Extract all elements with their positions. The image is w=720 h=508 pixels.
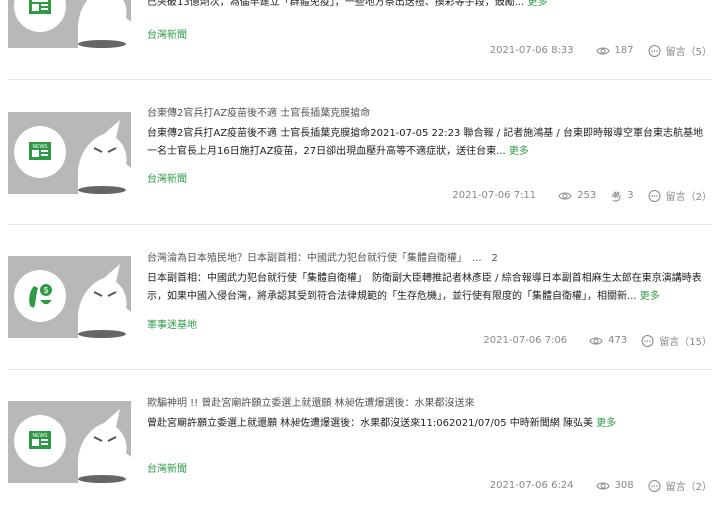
view-count: 253 — [558, 190, 596, 201]
comment-count[interactable]: 留言（2） — [648, 188, 712, 203]
article-title[interactable]: 台東傳2官兵打AZ疫苗後不適 士官長插葉克膜搶命 — [147, 104, 370, 119]
taiwan-dollar-icon: $ — [14, 264, 131, 338]
newspaper-icon: NEWS — [14, 409, 131, 483]
view-count: 473 — [589, 335, 627, 346]
more-link[interactable]: 更多 — [509, 146, 529, 157]
comment-count[interactable]: 留言（2） — [648, 478, 712, 493]
more-link[interactable]: 更多 — [640, 291, 660, 302]
article-date: 2021-07-06 8:33 — [489, 45, 574, 56]
comment-icon — [648, 479, 661, 492]
article-meta: 2021-07-06 8:33 187 留言（5） — [490, 43, 712, 58]
article-excerpt: 台東傳2官兵打AZ疫苗後不適 士官長插葉克膜搶命2021-07-05 22:23… — [147, 128, 703, 157]
article-item[interactable]: NEWS 欺騙神明 !! 曾赴宮廟許願立委選上就還願 林昶佐遭爆選後：水果都沒送… — [8, 369, 712, 508]
article-excerpt: 曾赴宮廟許願立委選上就還願 林昶佐遭爆選後：水果都沒送來11:062021/07… — [147, 418, 617, 429]
newspaper-icon: NEWS — [14, 120, 131, 194]
article-title[interactable]: 台灣淪為日本殖民地？日本副首相：中國武力犯台就行使「集體自衛權」 ... 2 — [147, 249, 498, 264]
article-source[interactable]: 台灣新聞 — [147, 460, 187, 475]
more-link[interactable]: 更多 — [527, 0, 547, 8]
article-source[interactable]: 台灣新聞 — [147, 170, 187, 185]
article-thumbnail[interactable]: $ — [8, 256, 131, 338]
svg-text:NEWS: NEWS — [33, 433, 49, 439]
article-date: 2021-07-06 6:24 — [489, 480, 574, 491]
view-count: 187 — [595, 45, 634, 56]
article-meta: 2021-07-06 7:06 473 留言（15） — [483, 333, 712, 348]
eye-icon — [595, 482, 610, 489]
article-meta: 2021-07-06 6:24 308 留言（2） — [490, 478, 712, 493]
article-item[interactable]: NEWS 台東傳2官兵打AZ疫苗後不適 士官長插葉克膜搶命 台東傳2官兵打AZ疫… — [8, 79, 712, 224]
article-thumbnail[interactable] — [8, 0, 131, 48]
comment-icon — [648, 44, 661, 57]
eye-icon — [595, 47, 610, 54]
svg-text:NEWS: NEWS — [33, 144, 49, 150]
more-link[interactable]: 更多 — [596, 418, 616, 429]
article-excerpt: 日本副首相：中國武力犯台就行使「集體自衛權」 防衛副大臣轉推記者林彥臣 / 綜合… — [147, 273, 702, 302]
svg-text:$: $ — [44, 286, 49, 295]
comment-icon — [648, 189, 661, 202]
article-date: 2021-07-06 7:11 — [452, 190, 537, 201]
clap-icon — [611, 190, 621, 202]
view-count: 308 — [595, 480, 634, 491]
article-excerpt: 已突破13億劑次，為儘早建立「群體免疫」，一些地方祭出送禮、摸彩等手段，鼓勵..… — [147, 0, 709, 12]
comment-count[interactable]: 留言（15） — [641, 333, 712, 348]
article-item[interactable]: 已突破13億劑次，為儘早建立「群體免疫」，一些地方祭出送禮、摸彩等手段，鼓勵..… — [8, 0, 712, 64]
eye-icon — [589, 337, 603, 344]
article-date: 2021-07-06 7:06 — [483, 335, 568, 346]
article-thumbnail[interactable]: NEWS — [8, 401, 131, 483]
article-source[interactable]: 台灣新聞 — [147, 26, 187, 41]
article-title[interactable]: 欺騙神明 !! 曾赴宮廟許願立委選上就還願 林昶佐遭爆選後：水果都沒送來 — [147, 394, 475, 409]
article-source[interactable]: 軍事迷基地 — [147, 316, 197, 331]
newspaper-icon — [14, 0, 131, 48]
comment-icon — [641, 334, 654, 347]
article-thumbnail[interactable]: NEWS — [8, 112, 131, 194]
comment-count[interactable]: 留言（5） — [648, 43, 712, 58]
like-count[interactable]: 3 — [610, 190, 634, 202]
eye-icon — [558, 192, 572, 199]
article-meta: 2021-07-06 7:11 253 3 留言（2） — [452, 188, 712, 203]
article-item[interactable]: $ 台灣淪為日本殖民地？日本副首相：中國武力犯台就行使「集體自衛權」 ... 2… — [8, 224, 712, 369]
